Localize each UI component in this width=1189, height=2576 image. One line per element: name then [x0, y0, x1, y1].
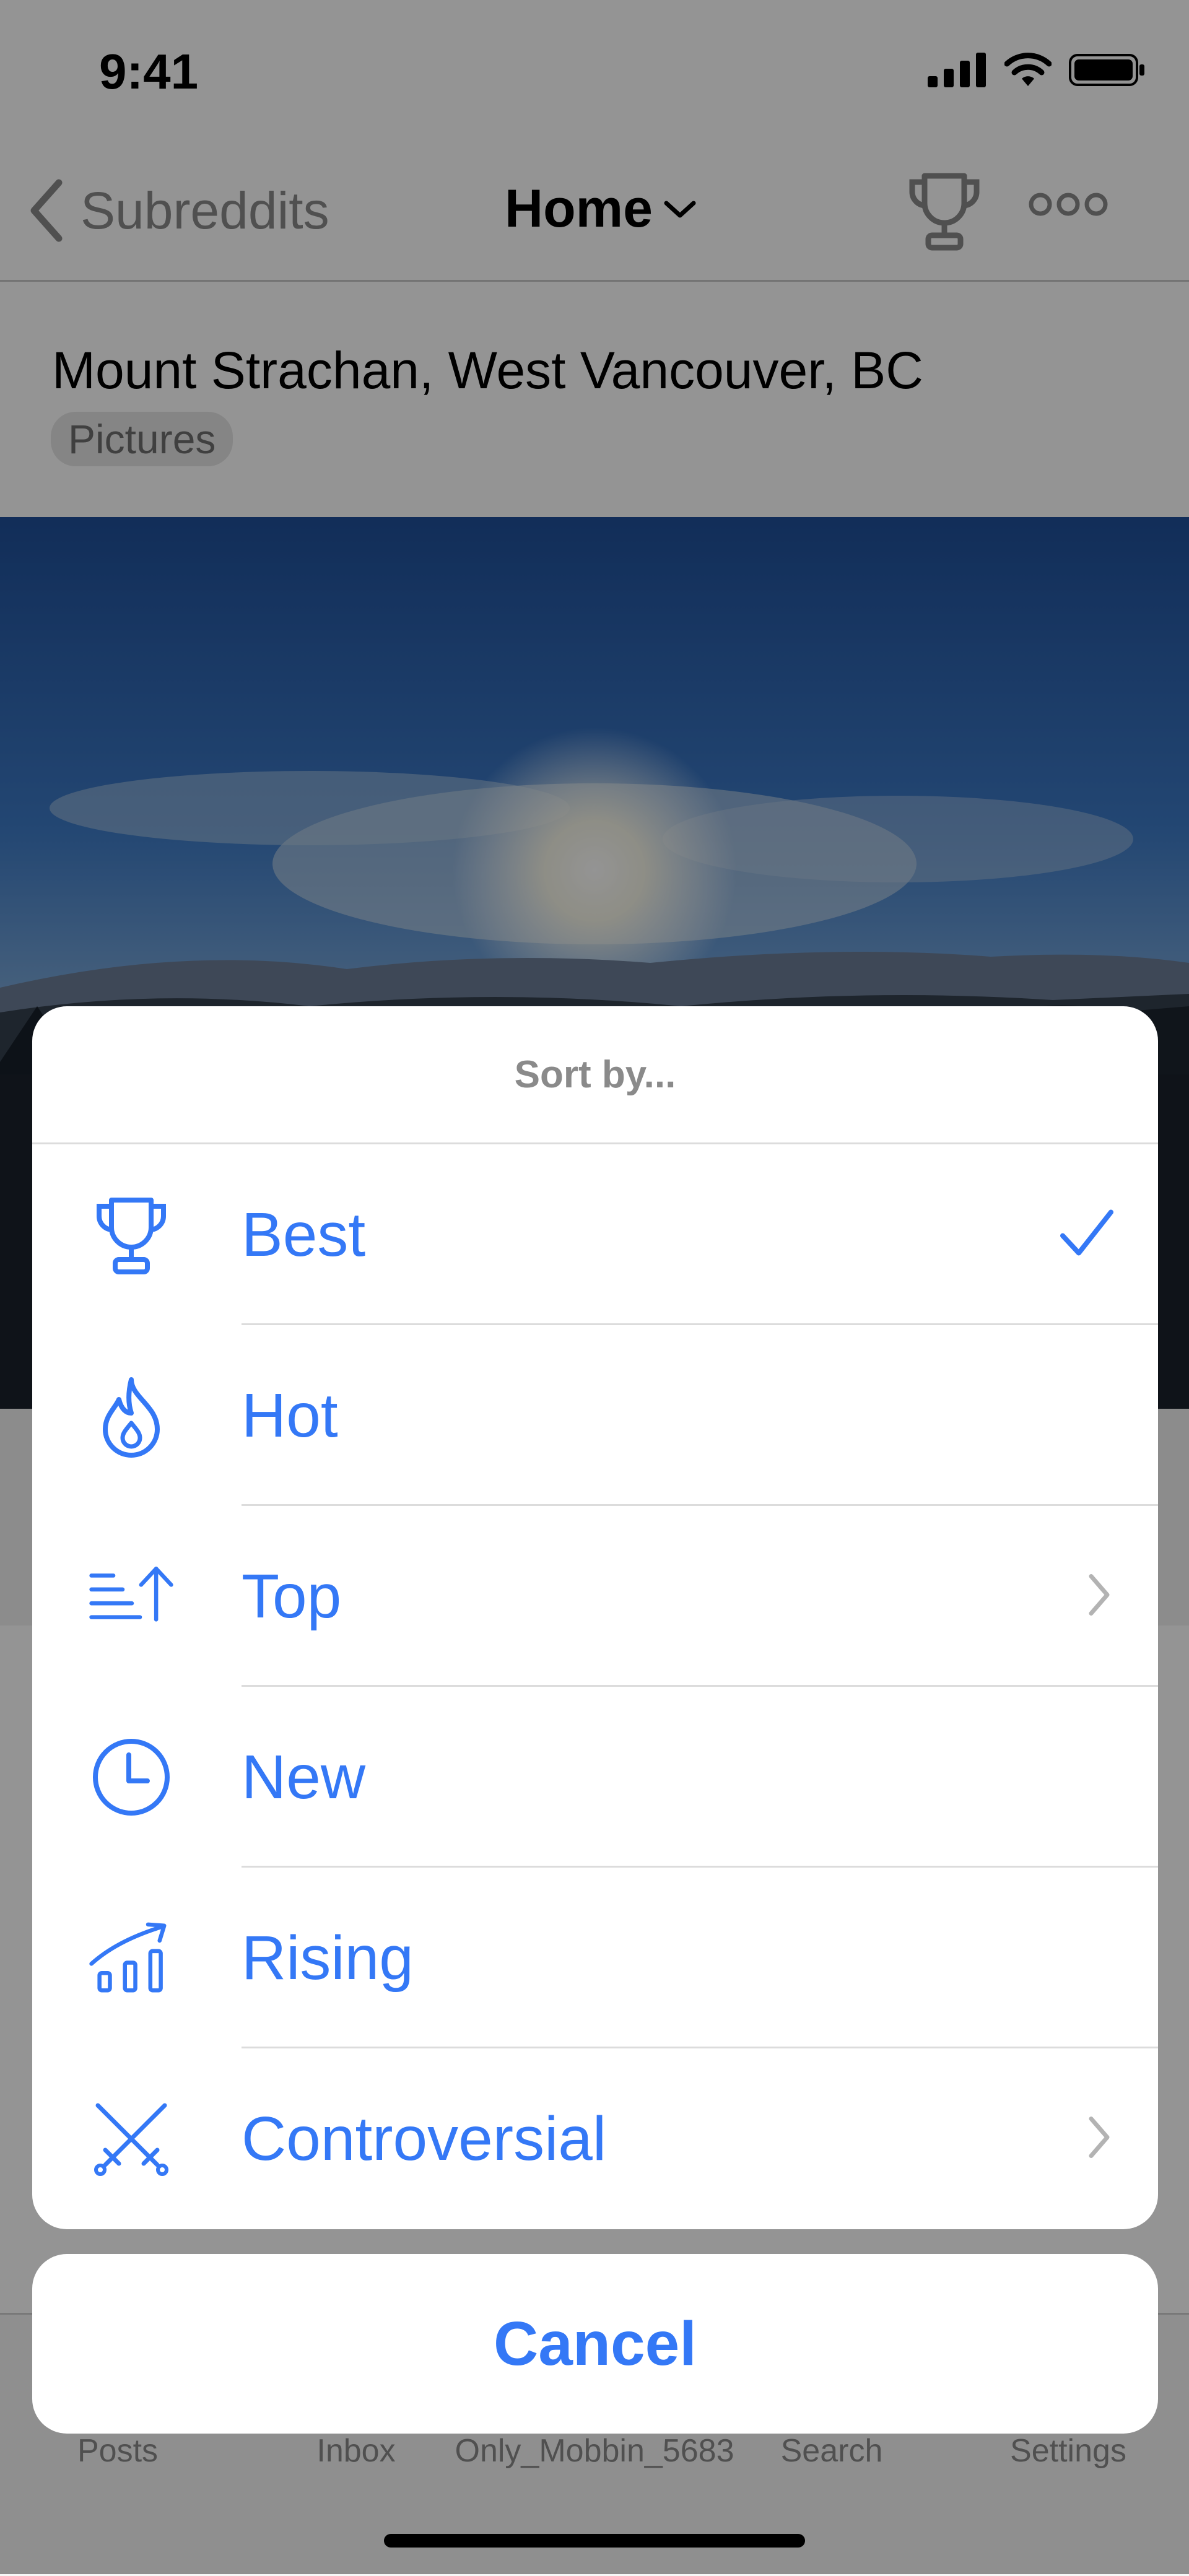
- sort-option-best[interactable]: Best: [32, 1144, 1158, 1325]
- sort-action-sheet: Sort by... Best Hot Top New Rising Contr…: [32, 1006, 1158, 2229]
- rising-chart-icon: [88, 1915, 175, 2001]
- home-indicator[interactable]: [384, 2534, 805, 2548]
- sort-sheet-title: Sort by...: [32, 1006, 1158, 1144]
- top-sort-icon: [88, 1553, 175, 1640]
- sort-option-new[interactable]: New: [32, 1687, 1158, 1868]
- sort-option-label: Hot: [242, 1380, 338, 1450]
- sort-option-label: Controversial: [242, 2104, 607, 2174]
- sort-option-top[interactable]: Top: [32, 1506, 1158, 1687]
- checkmark-icon: [1059, 1209, 1115, 1261]
- chevron-right-icon: [1084, 1570, 1115, 1623]
- sort-option-controversial[interactable]: Controversial: [32, 2048, 1158, 2229]
- cancel-button-label: Cancel: [494, 2308, 697, 2378]
- cancel-button[interactable]: Cancel: [32, 2254, 1158, 2434]
- crossed-swords-icon: [88, 2095, 175, 2182]
- chevron-right-icon: [1084, 2113, 1115, 2165]
- flame-icon: [88, 1372, 175, 1459]
- clock-icon: [88, 1734, 175, 1821]
- sort-option-label: Rising: [242, 1923, 414, 1993]
- sort-option-hot[interactable]: Hot: [32, 1325, 1158, 1506]
- trophy-icon: [88, 1191, 175, 1278]
- sort-option-label: Top: [242, 1561, 342, 1631]
- sort-option-label: Best: [242, 1199, 366, 1269]
- sort-option-rising[interactable]: Rising: [32, 1868, 1158, 2048]
- sort-option-label: New: [242, 1742, 366, 1812]
